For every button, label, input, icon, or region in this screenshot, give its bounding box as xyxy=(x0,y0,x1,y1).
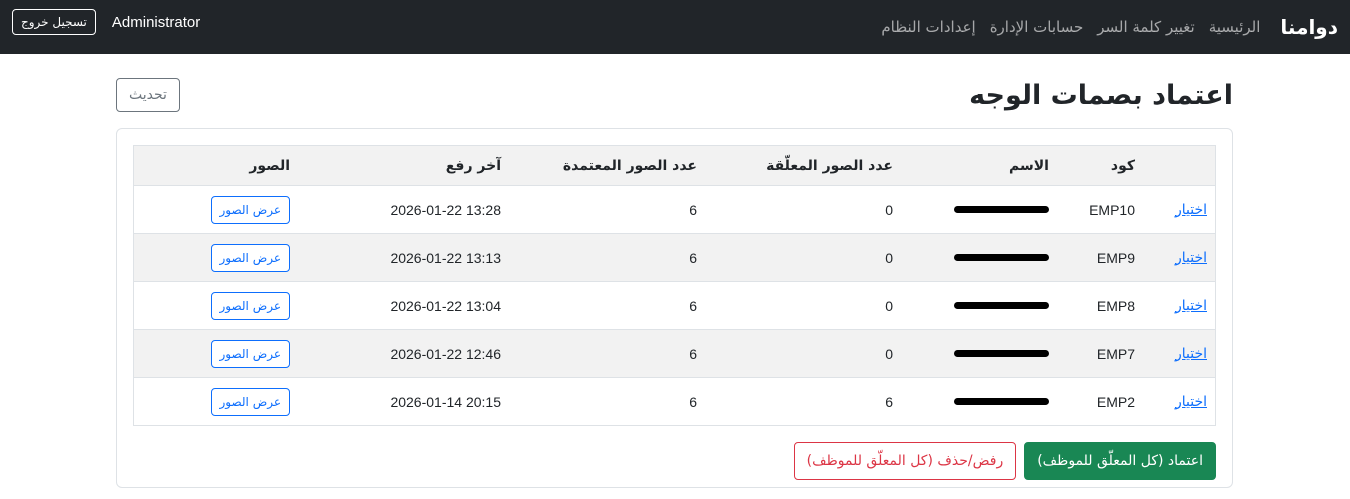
col-header-approved: عدد الصور المعتمدة xyxy=(509,145,705,186)
employee-code: EMP9 xyxy=(1057,233,1143,282)
last-upload: 2026-01-22 13:04 xyxy=(298,281,509,330)
employee-code: EMP2 xyxy=(1057,377,1143,426)
last-upload: 2026-01-22 12:46 xyxy=(298,329,509,378)
employee-code: EMP8 xyxy=(1057,281,1143,330)
approve-all-pending-button[interactable]: اعتماد (كل المعلّق للموظف) xyxy=(1024,442,1216,480)
employee-code: EMP7 xyxy=(1057,329,1143,378)
col-header-pending: عدد الصور المعلّقة xyxy=(705,145,901,186)
approved-count: 6 xyxy=(509,377,705,426)
nav-links: الرئيسية تغيير كلمة السر حسابات الإدارة … xyxy=(881,18,1260,36)
last-upload: 2026-01-22 13:28 xyxy=(298,185,509,234)
brand-logo[interactable]: دوامنا xyxy=(1280,15,1338,39)
pending-count: 6 xyxy=(705,377,901,426)
logout-button[interactable]: تسجيل خروج xyxy=(12,9,96,35)
redacted-name xyxy=(954,206,1049,213)
table-row: اختيار EMP9 0 6 2026-01-22 13:13 عرض الص… xyxy=(133,233,1216,282)
view-photos-button[interactable]: عرض الصور xyxy=(210,339,290,368)
refresh-button[interactable]: تحديث xyxy=(116,78,180,112)
nav-left: Administrator تسجيل خروج xyxy=(12,9,200,35)
col-header-select xyxy=(1143,145,1216,186)
current-user-label: Administrator xyxy=(111,13,201,31)
table-row: اختيار EMP8 0 6 2026-01-22 13:04 عرض الص… xyxy=(133,281,1216,330)
select-link[interactable]: اختيار xyxy=(1175,346,1207,362)
nav-link-system-settings[interactable]: إعدادات النظام xyxy=(881,18,975,36)
main-container: اعتماد بصمات الوجه تحديث كود الاسم عدد ا… xyxy=(0,54,1350,488)
nav-link-change-password[interactable]: تغيير كلمة السر xyxy=(1097,18,1195,36)
nav-right: دوامنا الرئيسية تغيير كلمة السر حسابات ا… xyxy=(881,15,1338,39)
view-photos-button[interactable]: عرض الصور xyxy=(210,243,290,272)
page-header: اعتماد بصمات الوجه تحديث xyxy=(116,78,1233,112)
approved-count: 6 xyxy=(509,233,705,282)
redacted-name xyxy=(954,302,1049,309)
face-approvals-table: كود الاسم عدد الصور المعلّقة عدد الصور ا… xyxy=(133,145,1216,426)
view-photos-button[interactable]: عرض الصور xyxy=(210,291,290,320)
bulk-actions: اعتماد (كل المعلّق للموظف) رفض/حذف (كل ا… xyxy=(133,442,1216,480)
last-upload: 2026-01-22 13:13 xyxy=(298,233,509,282)
select-link[interactable]: اختيار xyxy=(1175,250,1207,266)
pending-count: 0 xyxy=(705,281,901,330)
page-title: اعتماد بصمات الوجه xyxy=(969,79,1233,111)
reject-all-pending-button[interactable]: رفض/حذف (كل المعلّق للموظف) xyxy=(793,442,1017,480)
redacted-name xyxy=(954,254,1049,261)
approved-count: 6 xyxy=(509,185,705,234)
top-navbar: دوامنا الرئيسية تغيير كلمة السر حسابات ا… xyxy=(0,0,1350,54)
employee-code: EMP10 xyxy=(1057,185,1143,234)
select-link[interactable]: اختيار xyxy=(1175,298,1207,314)
approved-count: 6 xyxy=(509,281,705,330)
pending-count: 0 xyxy=(705,233,901,282)
table-row: اختيار EMP7 0 6 2026-01-22 12:46 عرض الص… xyxy=(133,329,1216,378)
col-header-code: كود xyxy=(1057,145,1143,186)
nav-link-home[interactable]: الرئيسية xyxy=(1209,18,1261,36)
approved-count: 6 xyxy=(509,329,705,378)
pending-count: 0 xyxy=(705,185,901,234)
redacted-name xyxy=(954,398,1049,405)
view-photos-button[interactable]: عرض الصور xyxy=(210,387,290,416)
col-header-last-upload: آخر رفع xyxy=(298,145,509,186)
table-header-row: كود الاسم عدد الصور المعلّقة عدد الصور ا… xyxy=(133,145,1216,186)
select-link[interactable]: اختيار xyxy=(1175,394,1207,410)
redacted-name xyxy=(954,350,1049,357)
col-header-name: الاسم xyxy=(901,145,1057,186)
view-photos-button[interactable]: عرض الصور xyxy=(210,195,290,224)
last-upload: 2026-01-14 20:15 xyxy=(298,377,509,426)
approvals-card: كود الاسم عدد الصور المعلّقة عدد الصور ا… xyxy=(116,128,1233,488)
table-row: اختيار EMP2 6 6 2026-01-14 20:15 عرض الص… xyxy=(133,377,1216,426)
nav-link-admin-accounts[interactable]: حسابات الإدارة xyxy=(990,18,1084,36)
table-row: اختيار EMP10 0 6 2026-01-22 13:28 عرض ال… xyxy=(133,185,1216,234)
col-header-photos: الصور xyxy=(133,145,298,186)
pending-count: 0 xyxy=(705,329,901,378)
select-link[interactable]: اختيار xyxy=(1175,202,1207,218)
